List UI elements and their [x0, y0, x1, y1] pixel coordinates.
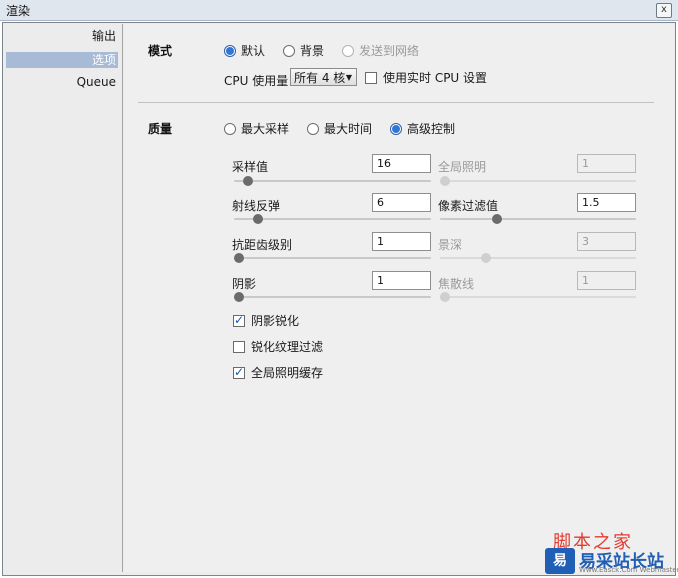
mode-radio-default[interactable]: 默认	[224, 42, 265, 59]
pixel-filter-slider[interactable]	[440, 214, 636, 224]
sidebar-item-output[interactable]: 输出	[6, 28, 118, 44]
ray-bounce-label: 射线反弹	[232, 199, 281, 213]
sampling-input[interactable]: 16	[372, 154, 431, 173]
checkbox-label: 阴影锐化	[251, 314, 300, 328]
cpu-usage-select[interactable]: 所有 4 核 ▼	[290, 68, 357, 86]
quality-radio-advanced[interactable]: 高级控制	[390, 120, 455, 137]
slider-track	[234, 218, 431, 220]
sidebar: 输出 选项 Queue	[4, 24, 123, 572]
window-title: 渲染	[6, 4, 31, 18]
section-divider	[138, 102, 654, 103]
global-illumination-input[interactable]: 1	[577, 154, 636, 173]
depth-of-field-slider[interactable]	[440, 253, 636, 263]
quality-radio-max-samples[interactable]: 最大采样	[224, 120, 289, 137]
quality-radio-max-time[interactable]: 最大时间	[307, 120, 372, 137]
radio-label: 背景	[300, 44, 325, 58]
slider-track	[440, 257, 636, 259]
slider-track	[234, 257, 431, 259]
slider-thumb[interactable]	[243, 176, 254, 186]
close-icon[interactable]: x	[656, 3, 672, 18]
slider-thumb[interactable]	[234, 292, 244, 302]
caustics-slider[interactable]	[440, 292, 636, 302]
ray-bounce-input[interactable]: 6	[372, 193, 431, 212]
slider-thumb[interactable]	[440, 176, 450, 186]
radio-indicator	[307, 122, 319, 135]
slider-thumb[interactable]	[480, 253, 491, 263]
options-panel: 模式 默认 背景 发送到网络 CPU 使用量 所有 4 核 ▼ 使用实时 CPU…	[124, 24, 674, 572]
checkbox-label: 全局照明缓存	[251, 366, 324, 380]
checkbox-indicator	[233, 340, 245, 353]
cpu-usage-label: CPU 使用量	[224, 74, 289, 88]
sidebar-item-options[interactable]: 选项	[6, 52, 118, 68]
radio-label: 发送到网络	[359, 44, 420, 58]
checkbox-label: 锐化纹理过滤	[251, 340, 324, 354]
sharpen-texture-filter-checkbox[interactable]: 锐化纹理过滤	[233, 338, 323, 355]
slider-track	[440, 180, 636, 182]
shadow-label: 阴影	[232, 277, 257, 291]
slider-track	[234, 180, 431, 182]
slider-track	[234, 296, 431, 298]
antialias-label: 抗距齿级别	[232, 238, 293, 252]
radio-label: 默认	[241, 44, 266, 58]
mode-radio-background[interactable]: 背景	[283, 42, 324, 59]
gi-cache-checkbox[interactable]: 全局照明缓存	[233, 364, 323, 381]
shadow-input[interactable]: 1	[372, 271, 431, 290]
slider-track	[440, 296, 636, 298]
shadow-sharpen-checkbox[interactable]: 阴影锐化	[233, 312, 299, 329]
sampling-label: 采样值	[232, 160, 269, 174]
slider-thumb[interactable]	[440, 292, 450, 302]
realtime-cpu-checkbox[interactable]: 使用实时 CPU 设置	[365, 69, 487, 86]
ray-bounce-slider[interactable]	[234, 214, 431, 224]
mode-radio-send-to-network[interactable]: 发送到网络	[342, 42, 419, 59]
radio-label: 最大采样	[241, 122, 290, 136]
checkbox-indicator	[365, 71, 377, 84]
pixel-filter-label: 像素过滤值	[438, 199, 499, 213]
radio-indicator	[224, 122, 236, 135]
sampling-slider[interactable]	[234, 176, 431, 186]
watermark: 脚本之家 易 易采站长站 Www.Easck.Com Webmaster	[545, 528, 678, 576]
sidebar-item-queue[interactable]: Queue	[6, 74, 118, 90]
radio-indicator	[224, 44, 236, 57]
depth-of-field-input[interactable]: 3	[577, 232, 636, 251]
radio-indicator	[390, 122, 402, 135]
checkbox-indicator	[233, 313, 245, 327]
antialias-slider[interactable]	[234, 253, 431, 263]
radio-label: 最大时间	[324, 122, 373, 136]
global-illumination-label: 全局照明	[438, 160, 487, 174]
watermark-url: Www.Easck.Com Webmaster	[579, 566, 678, 574]
checkbox-label: 使用实时 CPU 设置	[383, 71, 488, 85]
shadow-slider[interactable]	[234, 292, 431, 302]
depth-of-field-label: 景深	[438, 238, 463, 252]
chevron-down-icon: ▼	[345, 73, 352, 82]
radio-label: 高级控制	[407, 122, 456, 136]
cpu-usage-value: 所有 4 核	[294, 71, 346, 85]
checkbox-indicator	[233, 365, 245, 379]
slider-track	[440, 218, 636, 220]
slider-thumb[interactable]	[234, 253, 244, 263]
global-illumination-slider[interactable]	[440, 176, 636, 186]
caustics-input[interactable]: 1	[577, 271, 636, 290]
title-bar: 渲染 x	[0, 0, 678, 21]
mode-section-label: 模式	[148, 44, 173, 58]
antialias-input[interactable]: 1	[372, 232, 431, 251]
quality-section-label: 质量	[148, 122, 173, 136]
slider-thumb[interactable]	[492, 214, 503, 224]
caustics-label: 焦散线	[438, 277, 475, 291]
slider-thumb[interactable]	[252, 214, 263, 224]
radio-indicator	[283, 44, 295, 57]
radio-indicator	[342, 44, 354, 57]
watermark-logo-icon: 易	[545, 548, 575, 574]
pixel-filter-input[interactable]: 1.5	[577, 193, 636, 212]
